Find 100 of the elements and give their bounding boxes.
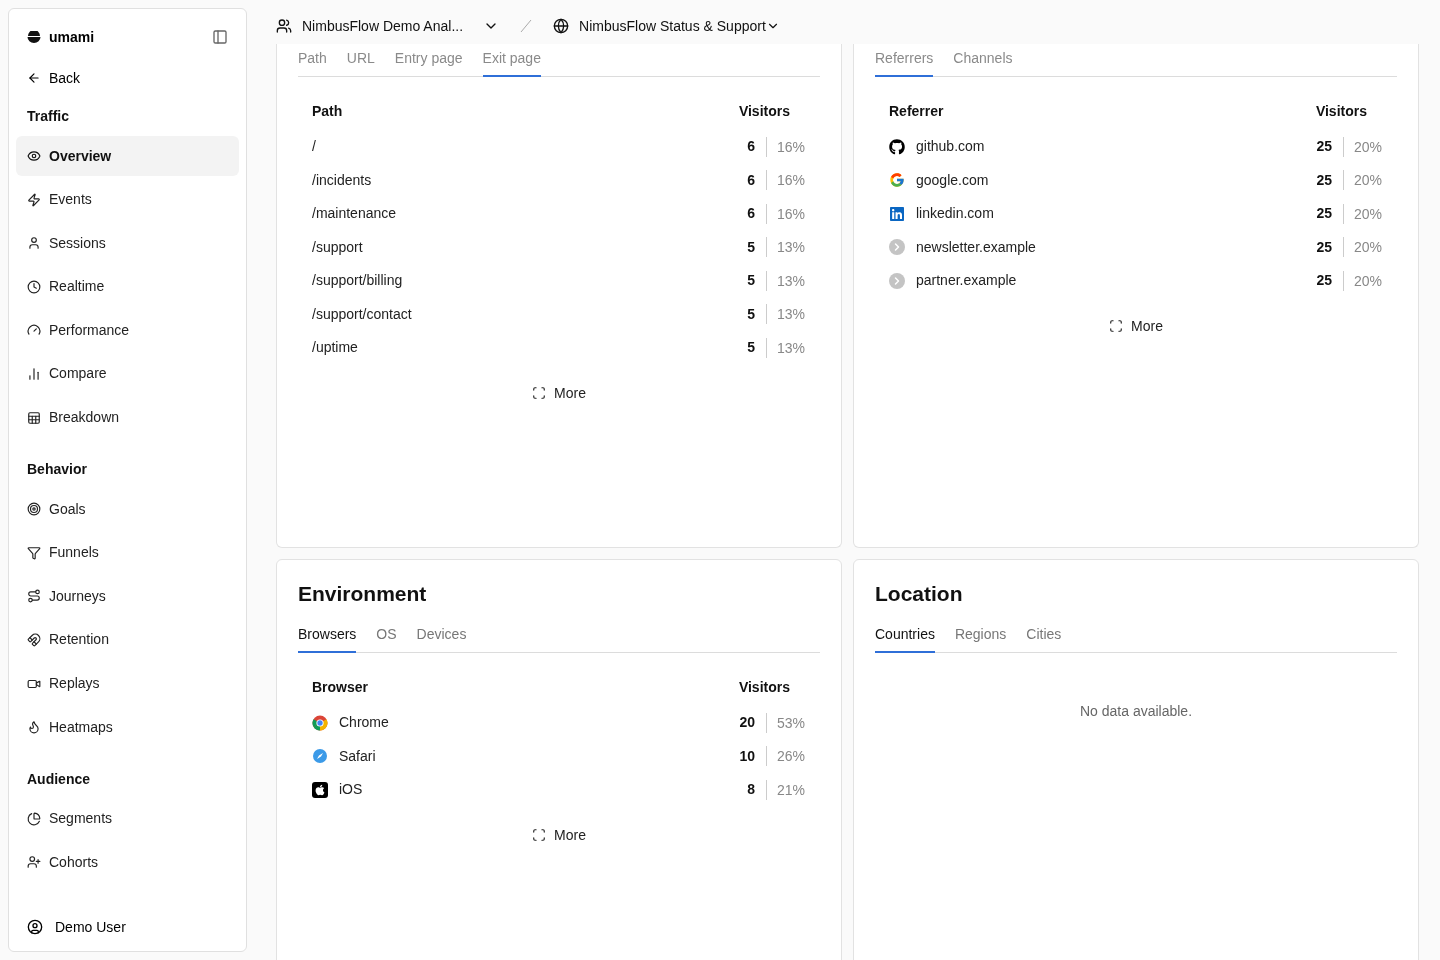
back-link[interactable]: Back: [16, 68, 239, 88]
add-user-icon: [27, 855, 41, 870]
target-icon: [27, 502, 41, 517]
column-header: Referrer: [889, 102, 944, 121]
nav-item[interactable]: Realtime: [16, 266, 239, 307]
tab[interactable]: Regions: [954, 624, 1007, 653]
linkedin-icon: [889, 205, 905, 222]
visitor-percent: 13%: [766, 270, 806, 291]
visitor-percent: 13%: [766, 337, 806, 358]
nav-item[interactable]: Breakdown: [16, 397, 239, 438]
tab[interactable]: Path: [298, 48, 327, 77]
empty-message: No data available.: [1079, 702, 1193, 721]
chrome-icon: [312, 714, 328, 731]
website-selector[interactable]: NimbusFlow Status & Support: [553, 15, 780, 37]
visitor-count: 25: [1315, 170, 1333, 190]
lightning-icon: [27, 192, 41, 207]
section-heading: Audience: [26, 769, 91, 789]
nav-item[interactable]: Sessions: [16, 223, 239, 264]
row-label: /support: [312, 237, 363, 257]
visitor-percent: 20%: [1343, 270, 1383, 291]
row-label: google.com: [916, 170, 989, 190]
row-label: /incidents: [312, 170, 372, 190]
visitor-count: 25: [1315, 137, 1333, 157]
more-button[interactable]: More: [532, 382, 586, 404]
tab[interactable]: Exit page: [482, 48, 541, 77]
tab[interactable]: Referrers: [875, 48, 934, 77]
section-heading: Behavior: [26, 460, 88, 480]
tab[interactable]: OS: [376, 624, 397, 653]
flame-icon: [27, 720, 41, 735]
section-heading: Traffic: [26, 107, 70, 126]
visitor-count: 5: [746, 237, 756, 257]
tab[interactable]: Cities: [1026, 624, 1062, 653]
bar-chart-icon: [27, 366, 41, 381]
tab[interactable]: Entry page: [394, 48, 463, 77]
tab[interactable]: Countries: [875, 624, 935, 653]
pie-chart-icon: [27, 811, 41, 826]
user-menu[interactable]: Demo User: [16, 917, 239, 937]
eye-icon: [27, 149, 41, 163]
github-icon: [889, 138, 905, 155]
visitor-count: 10: [738, 746, 756, 766]
nav-item[interactable]: Overview: [16, 136, 239, 176]
nav-item[interactable]: Compare: [16, 353, 239, 394]
visitor-count: 6: [746, 170, 756, 190]
apple-icon: [312, 781, 328, 798]
panel-title: Location: [875, 581, 964, 607]
nav-item[interactable]: Retention: [16, 619, 239, 660]
tab[interactable]: URL: [346, 48, 375, 77]
visitor-count: 5: [746, 271, 756, 291]
nav-item[interactable]: Goals: [16, 489, 239, 530]
row-label: /uptime: [312, 338, 358, 358]
visitor-count: 5: [746, 338, 756, 358]
visitor-percent: 20%: [1343, 136, 1383, 157]
column-header: Visitors: [738, 678, 791, 697]
row-label: github.com: [916, 137, 985, 157]
more-button[interactable]: More: [532, 824, 586, 846]
nav-item[interactable]: Replays: [16, 663, 239, 704]
expand-icon: [1109, 319, 1124, 333]
more-button[interactable]: More: [1109, 315, 1163, 337]
route-icon: [27, 589, 41, 604]
visitor-percent: 20%: [1343, 237, 1383, 258]
visitor-percent: 16%: [766, 203, 806, 224]
nav-item[interactable]: Journeys: [16, 576, 239, 617]
row-label: /: [312, 137, 316, 157]
sidebar-toggle-icon[interactable]: [212, 29, 228, 45]
tab[interactable]: Channels: [953, 48, 1013, 77]
row-label: /support/billing: [312, 271, 403, 291]
magnet-icon: [27, 632, 41, 647]
visitor-count: 25: [1315, 271, 1333, 291]
nav-item[interactable]: Funnels: [16, 532, 239, 573]
nav-item[interactable]: Heatmaps: [16, 707, 239, 748]
row-label: /maintenance: [312, 204, 397, 224]
visitor-percent: 16%: [766, 170, 806, 191]
funnel-icon: [27, 545, 41, 560]
slash-icon: [519, 19, 534, 33]
row-label: /support/contact: [312, 304, 412, 324]
row-label: newsletter.example: [916, 237, 1036, 257]
expand-icon: [532, 828, 547, 842]
person-icon: [27, 236, 41, 251]
nav-item[interactable]: Segments: [16, 798, 239, 839]
visitor-percent: 21%: [766, 779, 806, 800]
visitor-percent: 26%: [766, 746, 806, 767]
compass-icon: [312, 748, 328, 765]
visitor-count: 20: [738, 713, 756, 733]
row-label: iOS: [339, 780, 363, 800]
nav-item[interactable]: Performance: [16, 310, 239, 351]
visitor-count: 6: [746, 137, 756, 157]
visitor-count: 25: [1315, 237, 1333, 257]
tab[interactable]: Browsers: [298, 624, 357, 653]
row-label: Safari: [339, 746, 376, 766]
clock-icon: [27, 279, 41, 294]
row-label: linkedin.com: [916, 204, 994, 224]
visitor-count: 5: [746, 304, 756, 324]
nav-item[interactable]: Cohorts: [16, 842, 239, 883]
visitor-percent: 13%: [766, 237, 806, 258]
visitor-count: 8: [746, 780, 756, 800]
nav-item[interactable]: Events: [16, 179, 239, 220]
column-header: Path: [312, 102, 343, 121]
table-icon: [27, 410, 41, 425]
tab[interactable]: Devices: [416, 624, 467, 653]
team-selector[interactable]: NimbusFlow Demo Anal...: [276, 15, 500, 37]
